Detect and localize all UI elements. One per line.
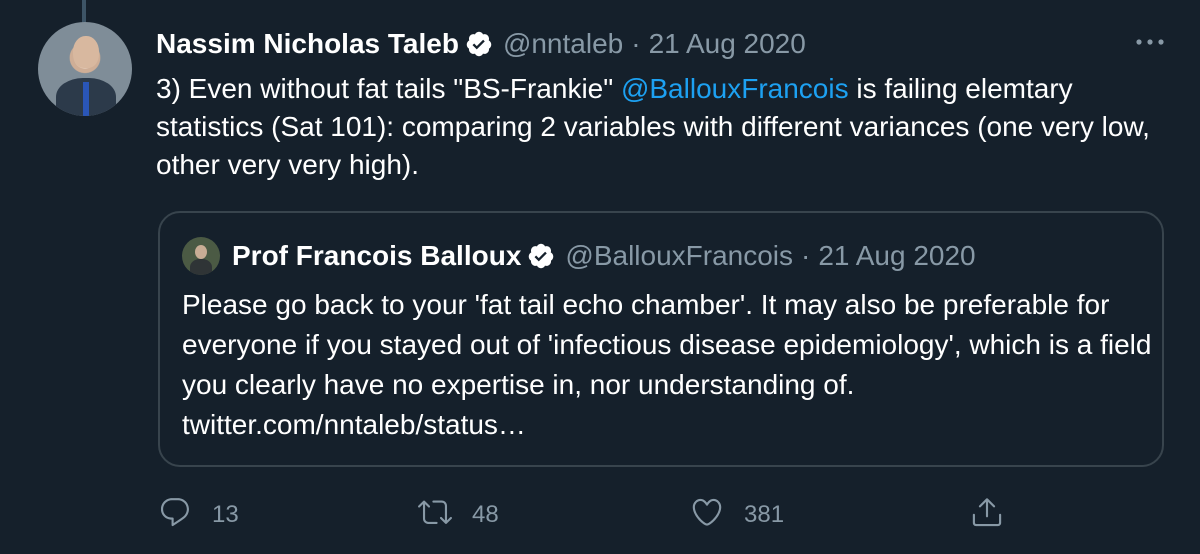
quoted-author-handle: @BallouxFrancois bbox=[565, 240, 794, 271]
tweet-date[interactable]: 21 Aug 2020 bbox=[649, 28, 806, 60]
verified-badge-icon bbox=[527, 242, 555, 270]
author-name[interactable]: Nassim Nicholas Taleb bbox=[156, 28, 459, 60]
reply-button[interactable]: 13 bbox=[158, 490, 239, 540]
share-button[interactable] bbox=[970, 490, 1004, 540]
quoted-author-avatar bbox=[182, 237, 220, 275]
reply-icon bbox=[158, 495, 192, 536]
heart-icon bbox=[690, 495, 724, 536]
tweet-text: 3) Even without fat tails "BS-Frankie" @… bbox=[156, 70, 1166, 184]
tweet-action-bar: 13 48 381 bbox=[0, 490, 1200, 540]
retweet-button[interactable]: 48 bbox=[418, 490, 499, 540]
like-button[interactable]: 381 bbox=[690, 490, 784, 540]
like-count: 381 bbox=[744, 501, 785, 528]
retweet-count: 48 bbox=[472, 501, 499, 528]
quoted-tweet-header: Prof Francois Balloux @BallouxFrancois ·… bbox=[232, 237, 976, 275]
separator-dot: · bbox=[631, 28, 641, 59]
verified-badge-icon bbox=[465, 30, 493, 58]
quoted-author-name: Prof Francois Balloux bbox=[232, 240, 522, 271]
share-icon bbox=[970, 495, 1004, 536]
quoted-tweet-text: Please go back to your 'fat tail echo ch… bbox=[182, 289, 1152, 440]
tweet-header: Nassim Nicholas Taleb @nntaleb · 21 Aug … bbox=[156, 26, 806, 62]
author-handle[interactable]: @nntaleb bbox=[503, 28, 623, 60]
retweet-icon bbox=[418, 495, 452, 536]
quoted-tweet-date: 21 Aug 2020 bbox=[818, 240, 976, 271]
mention-link[interactable]: @BallouxFrancois bbox=[621, 73, 849, 104]
author-avatar[interactable] bbox=[38, 22, 132, 116]
separator-dot: · bbox=[801, 240, 811, 271]
reply-count: 13 bbox=[212, 501, 239, 528]
more-options-icon[interactable] bbox=[1130, 28, 1170, 56]
quoted-tweet-card[interactable]: Prof Francois Balloux @BallouxFrancois ·… bbox=[158, 211, 1164, 467]
tweet-text-part: 3) Even without fat tails "BS-Frankie" bbox=[156, 73, 621, 104]
